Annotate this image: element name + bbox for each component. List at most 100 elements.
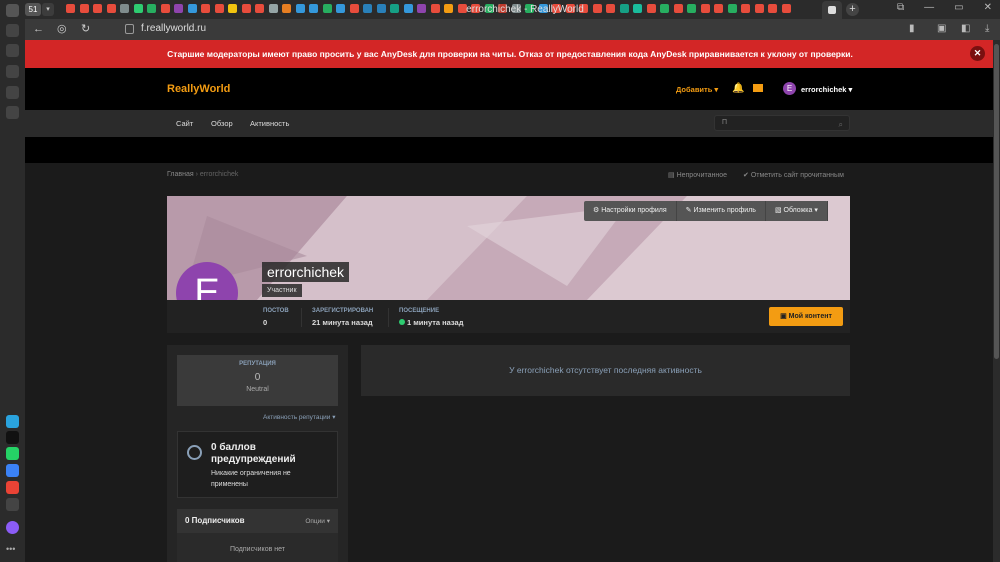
tab-favicon-icon[interactable]: [727, 4, 737, 13]
bell-icon[interactable]: 🔔: [732, 83, 744, 94]
tab-favicon-icon[interactable]: [228, 4, 237, 13]
tab-favicon-icon[interactable]: [187, 4, 197, 13]
tab-favicon-icon[interactable]: [417, 4, 426, 13]
extensions-icon[interactable]: ▣: [937, 23, 946, 34]
tab-favicon-icon[interactable]: [687, 4, 696, 13]
mark-read-link[interactable]: ✔ Отметить сайт прочитанным: [743, 171, 844, 179]
breadcrumb-home[interactable]: Главная: [167, 171, 194, 178]
tab-favicon-icon[interactable]: [619, 4, 629, 13]
restore-icon[interactable]: ⧉: [897, 2, 904, 13]
sidebar-icon[interactable]: ◧: [961, 23, 970, 34]
site-logo[interactable]: ReallyWorld: [167, 83, 230, 95]
tab-favicon-icon[interactable]: [93, 4, 102, 13]
tab-favicon-icon[interactable]: [430, 4, 440, 13]
gmail-icon[interactable]: [6, 481, 19, 494]
video-icon[interactable]: [6, 86, 19, 99]
tab-favicon-icon[interactable]: [336, 4, 345, 13]
tab-favicon-icon[interactable]: [241, 4, 251, 13]
tab-favicon-icon[interactable]: [633, 4, 642, 13]
mail-app-icon[interactable]: [6, 464, 19, 477]
tab-favicon-icon[interactable]: [606, 4, 615, 13]
tab-favicon-icon[interactable]: [363, 4, 372, 13]
back-icon[interactable]: ←: [33, 23, 44, 36]
shield-icon[interactable]: ◎: [57, 23, 67, 36]
whatsapp-icon[interactable]: [6, 447, 19, 460]
tab-favicon-icon[interactable]: [552, 4, 561, 13]
notes-icon[interactable]: [6, 106, 19, 119]
tab-favicon-icon[interactable]: [160, 4, 170, 13]
tab-favicon-icon[interactable]: [390, 4, 399, 13]
page-scrollbar[interactable]: [993, 40, 1000, 562]
tab-favicon-icon[interactable]: [700, 4, 710, 13]
tab-favicon-icon[interactable]: [349, 4, 359, 13]
tab-favicon-icon[interactable]: [565, 4, 575, 13]
add-app-icon[interactable]: [6, 498, 19, 511]
tab-favicon-icon[interactable]: [201, 4, 210, 13]
tab-favicon-icon[interactable]: [768, 4, 777, 13]
profile-settings-button[interactable]: ⚙ Настройки профиля: [584, 201, 677, 221]
tab-favicon-icon[interactable]: [484, 4, 494, 13]
workspaces-icon[interactable]: [6, 24, 19, 37]
tab-favicon-icon[interactable]: [403, 4, 413, 13]
tab-favicon-icon[interactable]: [457, 4, 467, 13]
bookmark-icon[interactable]: ▮: [909, 23, 915, 34]
tab-favicon-icon[interactable]: [511, 4, 521, 13]
tab-favicon-icon[interactable]: [471, 4, 480, 13]
more-icon[interactable]: •••: [6, 544, 19, 557]
lock-icon[interactable]: [125, 24, 134, 34]
tab-favicon-icon[interactable]: [147, 4, 156, 13]
search-icon[interactable]: ⌕: [839, 118, 843, 132]
history-icon[interactable]: [6, 44, 19, 57]
tab-favicon-icon[interactable]: [174, 4, 183, 13]
download-icon[interactable]: ⤓: [985, 23, 989, 34]
user-menu[interactable]: errorchichek ▾: [801, 85, 852, 94]
tab-favicon-icon[interactable]: [268, 4, 278, 13]
chevron-down-icon[interactable]: ▾: [42, 3, 54, 16]
minimize-icon[interactable]: —: [924, 2, 934, 13]
collections-icon[interactable]: [6, 65, 19, 78]
nav-activity[interactable]: Активность: [250, 119, 289, 128]
search-input[interactable]: П ⌕: [714, 115, 850, 131]
tab-favicon-icon[interactable]: [498, 4, 507, 13]
unread-link[interactable]: ▤ Непрочитанное: [668, 171, 727, 179]
tab-favicon-icon[interactable]: [525, 4, 534, 13]
reputation-activity-link[interactable]: Активность репутации ▾: [263, 413, 336, 421]
tab-favicon-icon[interactable]: [295, 4, 305, 13]
tab-favicon-icon[interactable]: [66, 4, 75, 13]
tab-favicon-icon[interactable]: [660, 4, 669, 13]
tab-favicon-icon[interactable]: [322, 4, 332, 13]
tab-favicon-icon[interactable]: [538, 4, 548, 13]
edit-profile-button[interactable]: ✎ Изменить профиль: [677, 201, 766, 221]
tiktok-icon[interactable]: [6, 431, 19, 444]
assistant-icon[interactable]: [6, 521, 19, 534]
tab-favicon-icon[interactable]: [255, 4, 264, 13]
tab-favicon-icon[interactable]: [282, 4, 291, 13]
tab-favicon-icon[interactable]: [120, 4, 129, 13]
scrollbar-thumb[interactable]: [994, 44, 999, 359]
close-notice-button[interactable]: ✕: [970, 46, 985, 61]
my-content-button[interactable]: ▣ Мой контент: [769, 307, 843, 326]
cover-menu-button[interactable]: ▧ Обложка ▾: [766, 201, 828, 221]
new-tab-button[interactable]: +: [846, 3, 859, 16]
reload-icon[interactable]: ↻: [81, 23, 90, 36]
tab-favicon-icon[interactable]: [309, 4, 318, 13]
maximize-icon[interactable]: ▭: [954, 2, 963, 13]
tab-favicon-icon[interactable]: [214, 4, 224, 13]
avatar[interactable]: E: [783, 82, 796, 95]
workspace-badge[interactable]: 51: [25, 3, 41, 16]
tab-favicon-icon[interactable]: [714, 4, 723, 13]
nav-site[interactable]: Сайт: [176, 119, 193, 128]
add-menu-button[interactable]: Добавить ▾: [676, 85, 718, 94]
tab-favicon-icon[interactable]: [673, 4, 683, 13]
envelope-icon[interactable]: [753, 84, 763, 92]
tab-favicon-icon[interactable]: [741, 4, 750, 13]
tab-favicon-icon[interactable]: [781, 4, 791, 13]
active-tab[interactable]: [822, 1, 842, 19]
tab-favicon-icon[interactable]: [444, 4, 453, 13]
close-window-icon[interactable]: ✕: [984, 2, 992, 13]
address-bar[interactable]: f.reallyworld.ru: [141, 23, 206, 34]
subscribers-options[interactable]: Опции ▾: [305, 517, 330, 525]
tab-favicon-icon[interactable]: [133, 4, 143, 13]
tab-favicon-icon[interactable]: [754, 4, 764, 13]
tab-favicon-icon[interactable]: [646, 4, 656, 13]
